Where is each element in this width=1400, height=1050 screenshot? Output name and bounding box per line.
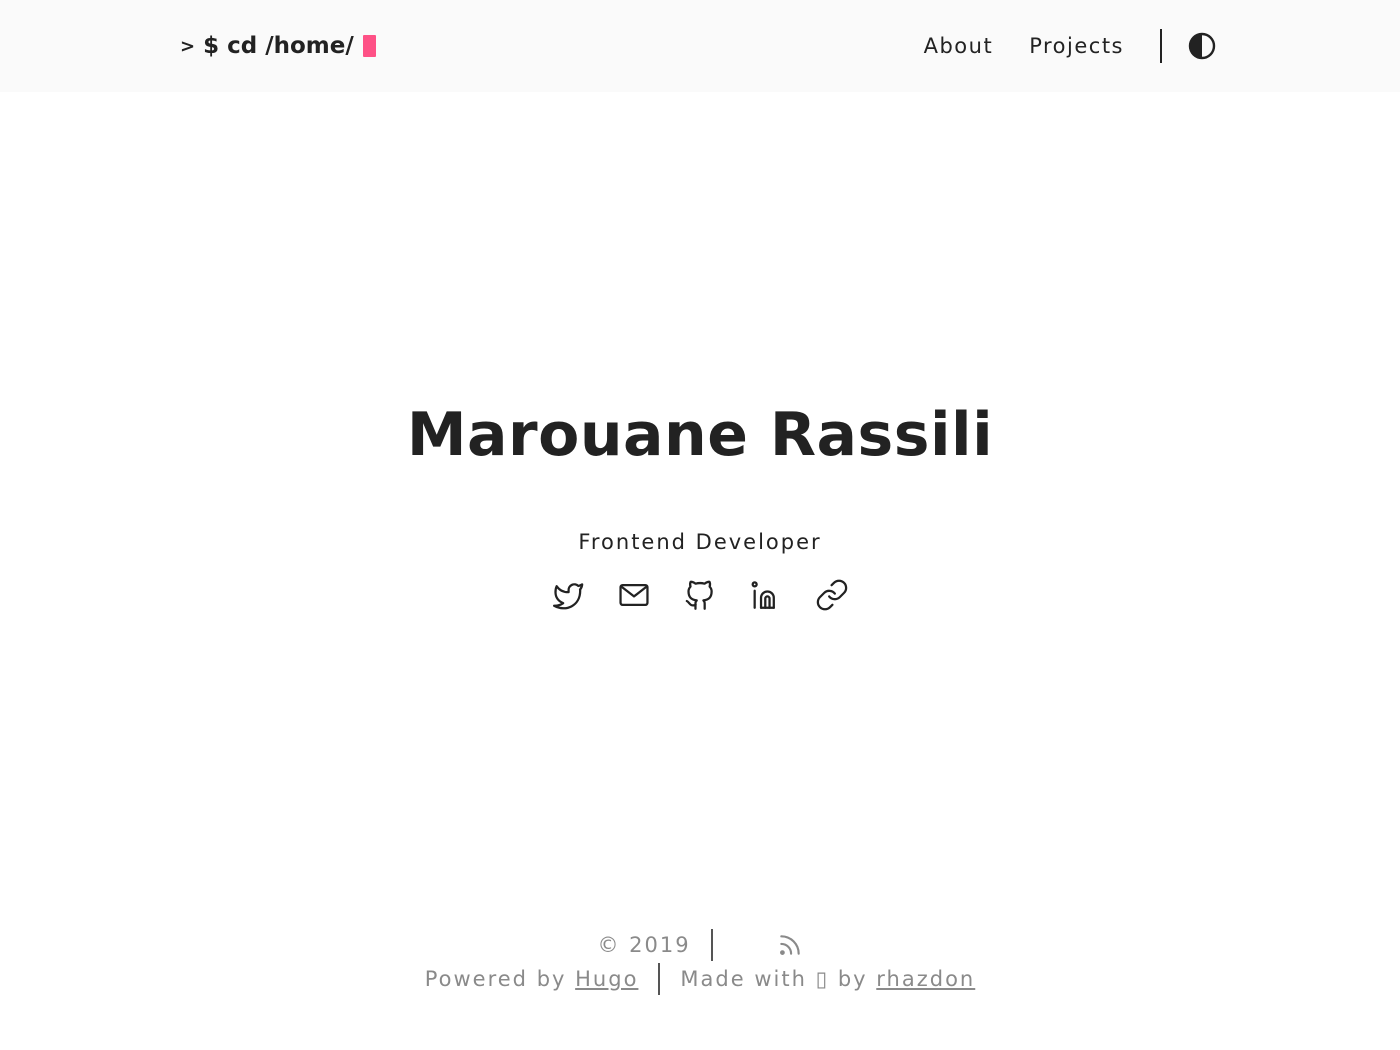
nav-about[interactable]: About	[924, 34, 994, 58]
main-nav: About Projects	[924, 28, 1216, 64]
twitter-icon	[552, 583, 584, 610]
linkedin-icon	[751, 581, 775, 609]
by-label: by	[837, 967, 868, 991]
footer-divider-2	[658, 963, 661, 995]
nav-projects[interactable]: Projects	[1029, 34, 1124, 58]
hero-subtitle: Frontend Developer	[578, 530, 822, 554]
site-logo[interactable]: > $ cd /home/	[180, 31, 376, 61]
powered-by-label: Powered by	[424, 967, 567, 991]
mail-icon	[619, 583, 649, 607]
footer-bottom-row: Powered by Hugo Made with ▯ by rhazdon	[0, 962, 1400, 996]
theme-toggle-icon[interactable]	[1188, 32, 1216, 60]
github-icon	[685, 580, 713, 610]
rss-icon[interactable]	[777, 932, 803, 958]
heart-glyph: ▯	[815, 967, 830, 991]
logo-cursor	[362, 35, 376, 57]
hero: Marouane Rassili Frontend Developer	[0, 390, 1400, 612]
copyright: © 2019	[597, 933, 691, 957]
logo-prompt: >	[180, 35, 196, 57]
mail-link[interactable]	[617, 578, 651, 612]
linkedin-link[interactable]	[749, 578, 783, 612]
hugo-link[interactable]: Hugo	[575, 967, 638, 991]
twitter-link[interactable]	[551, 578, 585, 612]
website-link[interactable]	[815, 578, 849, 612]
github-link[interactable]	[683, 578, 717, 612]
page-title: Marouane Rassili	[406, 400, 994, 470]
footer-top-row: © 2019	[0, 928, 1400, 962]
nav-divider	[1160, 29, 1162, 63]
footer-divider	[710, 929, 713, 961]
made-with-label: Made with	[680, 967, 807, 991]
author-link[interactable]: rhazdon	[876, 967, 975, 991]
site-footer: © 2019 Powered by Hugo Made with ▯ by rh…	[0, 928, 1400, 996]
link-icon	[816, 579, 848, 611]
site-header: > $ cd /home/ About Projects	[0, 0, 1400, 92]
social-links	[0, 578, 1400, 612]
logo-command: $ cd /home/	[203, 33, 354, 59]
